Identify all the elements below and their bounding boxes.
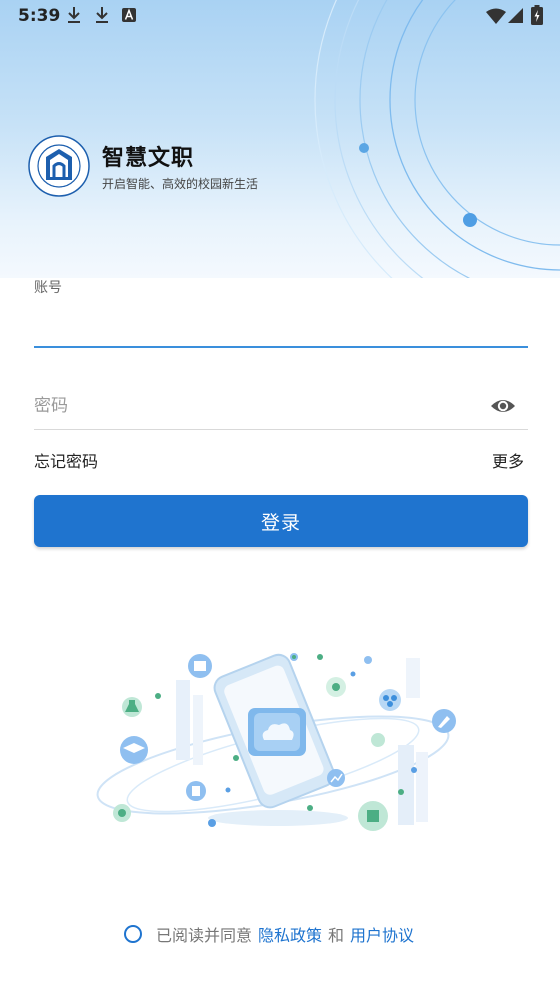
status-bar: 5:39 <box>0 0 560 32</box>
app-title: 智慧文职 <box>102 146 195 171</box>
password-input[interactable] <box>34 384 484 428</box>
app-subtitle: 开启智能、高效的校园新生活 <box>102 177 259 191</box>
header-banner: 5:39 智慧文职 开启智能、高效的校园新生活 <box>0 0 560 278</box>
download-icon <box>68 7 80 23</box>
smart-campus-illustration <box>96 653 456 831</box>
wifi-icon <box>486 8 506 24</box>
download-icon <box>96 7 108 23</box>
status-time: 5:39 <box>18 6 61 26</box>
agreement-radio[interactable] <box>124 925 142 943</box>
password-underline <box>34 429 528 430</box>
school-logo-emblem <box>28 135 90 197</box>
account-input[interactable] <box>34 300 528 348</box>
agreement-row: 已阅读并同意 隐私政策 和 用户协议 <box>124 922 420 946</box>
privacy-policy-link[interactable]: 隐私政策 <box>258 922 322 946</box>
account-label: 账号 <box>34 280 62 296</box>
eye-icon[interactable] <box>490 394 516 418</box>
signal-icon <box>508 8 523 23</box>
agreement-prefix: 已阅读并同意 <box>156 926 253 945</box>
more-link[interactable]: 更多 <box>492 448 524 472</box>
login-screen: 5:39 智慧文职 开启智能、高效的校园新生活 账号 忘记密码 更多 登录 已阅… <box>0 0 560 995</box>
battery-charging-icon <box>531 5 543 25</box>
login-button[interactable]: 登录 <box>34 495 528 547</box>
font-a-icon <box>122 8 136 22</box>
forgot-password-link[interactable]: 忘记密码 <box>34 448 98 472</box>
user-agreement-link[interactable]: 用户协议 <box>350 922 414 946</box>
agreement-conjunction: 和 <box>328 926 345 945</box>
